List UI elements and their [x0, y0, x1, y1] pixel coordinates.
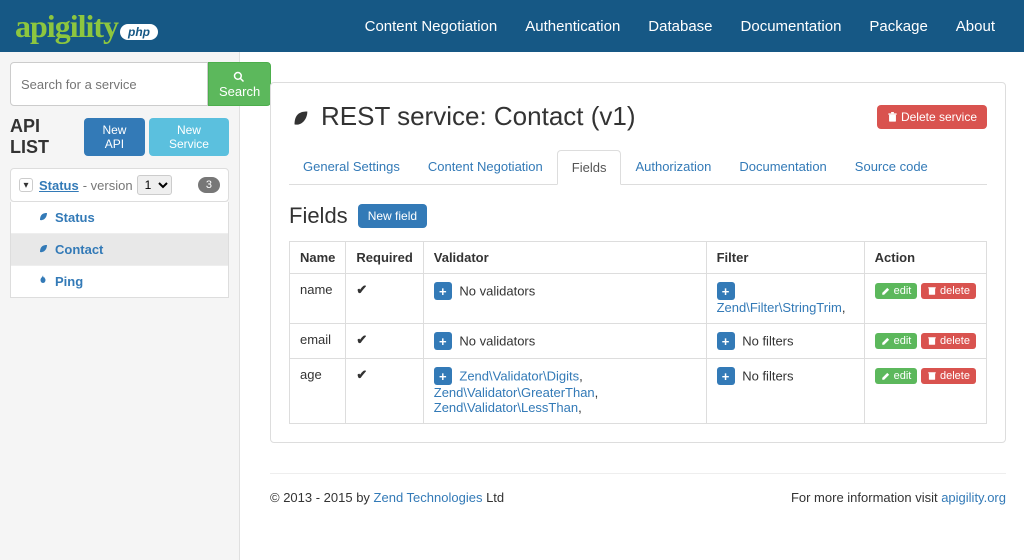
page-title: REST service: Contact (v1)	[289, 101, 636, 132]
nav-link[interactable]: Authentication	[525, 18, 620, 35]
validator-link[interactable]: Zend\Validator\Digits	[459, 369, 579, 384]
edit-button[interactable]: edit	[875, 283, 918, 299]
sidebar: Search API LIST New API New Service ▾ St…	[0, 52, 240, 560]
sidebar-service-item[interactable]: Status	[11, 202, 228, 234]
filter-link[interactable]: Zend\Filter\StringTrim	[717, 300, 842, 315]
field-actions: edit delete	[864, 274, 986, 324]
validator-link[interactable]: Zend\Validator\GreaterThan	[434, 385, 595, 400]
chevron-down-icon[interactable]: ▾	[19, 178, 33, 192]
search-input[interactable]	[10, 62, 208, 106]
nav-link[interactable]: Database	[648, 18, 712, 35]
leaf-icon	[37, 242, 49, 257]
tab[interactable]: Documentation	[725, 150, 840, 184]
new-field-button[interactable]: New field	[358, 204, 427, 228]
tabs: General SettingsContent NegotiationField…	[289, 150, 987, 185]
table-body: name ✔ + No validators + Zend\Filter\Str…	[290, 274, 987, 424]
sidebar-service-item[interactable]: Ping	[11, 266, 228, 297]
nav-link[interactable]: Documentation	[741, 18, 842, 35]
field-filters: + No filters	[706, 324, 864, 359]
edit-button[interactable]: edit	[875, 333, 918, 349]
validator-link[interactable]: Zend\Validator\LessThan	[434, 400, 578, 415]
service-link[interactable]: Ping	[55, 274, 83, 289]
brand-badge: php	[120, 24, 158, 40]
sidebar-service-item[interactable]: Contact	[11, 234, 228, 266]
footer: © 2013 - 2015 by Zend Technologies Ltd F…	[270, 473, 1006, 521]
add-icon[interactable]: +	[717, 367, 735, 385]
tab[interactable]: Source code	[841, 150, 942, 184]
column-header: Filter	[706, 242, 864, 274]
leaf-icon	[37, 210, 49, 225]
field-required: ✔	[346, 359, 423, 424]
table-header-row: NameRequiredValidatorFilterAction	[290, 242, 987, 274]
version-label: - version	[83, 178, 133, 193]
field-name: name	[290, 274, 346, 324]
fire-icon	[37, 274, 49, 289]
field-required: ✔	[346, 324, 423, 359]
trash-icon	[887, 112, 898, 123]
field-validators: + No validators	[423, 274, 706, 324]
new-api-button[interactable]: New API	[84, 118, 145, 156]
panel: REST service: Contact (v1) Delete servic…	[270, 82, 1006, 443]
fields-heading: Fields New field	[289, 203, 987, 229]
edit-button[interactable]: edit	[875, 368, 918, 384]
delete-service-button[interactable]: Delete service	[877, 105, 987, 129]
column-header: Required	[346, 242, 423, 274]
api-list-title: API LIST	[10, 116, 76, 158]
add-icon[interactable]: +	[434, 332, 452, 350]
brand-text: apigility	[15, 8, 118, 45]
api-name[interactable]: Status	[39, 178, 79, 193]
leaf-icon	[289, 106, 311, 128]
nav-link[interactable]: About	[956, 18, 995, 35]
column-header: Name	[290, 242, 346, 274]
field-actions: edit delete	[864, 359, 986, 424]
service-link[interactable]: Contact	[55, 242, 103, 257]
table-row: age ✔ + Zend\Validator\Digits, Zend\Vali…	[290, 359, 987, 424]
column-header: Validator	[423, 242, 706, 274]
add-icon[interactable]: +	[717, 282, 735, 300]
field-filters: + Zend\Filter\StringTrim,	[706, 274, 864, 324]
service-count-badge: 3	[198, 177, 220, 193]
add-icon[interactable]: +	[717, 332, 735, 350]
tab[interactable]: Fields	[557, 150, 622, 185]
brand[interactable]: apigility php	[15, 8, 158, 45]
service-link[interactable]: Status	[55, 210, 95, 225]
column-header: Action	[864, 242, 986, 274]
nav-items: Content Negotiation Authentication Databas…	[351, 18, 1009, 35]
tab[interactable]: Content Negotiation	[414, 150, 557, 184]
version-select[interactable]: 1	[137, 175, 172, 195]
tab[interactable]: Authorization	[621, 150, 725, 184]
field-name: email	[290, 324, 346, 359]
table-row: name ✔ + No validators + Zend\Filter\Str…	[290, 274, 987, 324]
nav-link[interactable]: Package	[869, 18, 927, 35]
service-list: Status Contact Ping	[10, 202, 229, 298]
add-icon[interactable]: +	[434, 367, 452, 385]
delete-button[interactable]: delete	[921, 333, 976, 349]
footer-info-link[interactable]: apigility.org	[941, 490, 1006, 505]
field-name: age	[290, 359, 346, 424]
main: REST service: Contact (v1) Delete servic…	[240, 52, 1024, 560]
table-row: email ✔ + No validators + No filters edi…	[290, 324, 987, 359]
navbar: apigility php Content Negotiation Authent…	[0, 0, 1024, 52]
field-validators: + Zend\Validator\Digits, Zend\Validator\…	[423, 359, 706, 424]
delete-button[interactable]: delete	[921, 368, 976, 384]
api-row: ▾ Status - version 1 3	[10, 168, 229, 202]
field-filters: + No filters	[706, 359, 864, 424]
footer-company-link[interactable]: Zend Technologies	[374, 490, 483, 505]
field-required: ✔	[346, 274, 423, 324]
delete-button[interactable]: delete	[921, 283, 976, 299]
tab[interactable]: General Settings	[289, 150, 414, 184]
new-service-button[interactable]: New Service	[149, 118, 229, 156]
add-icon[interactable]: +	[434, 282, 452, 300]
nav-link[interactable]: Content Negotiation	[365, 18, 498, 35]
field-validators: + No validators	[423, 324, 706, 359]
field-actions: edit delete	[864, 324, 986, 359]
fields-table: NameRequiredValidatorFilterAction name ✔…	[289, 241, 987, 424]
